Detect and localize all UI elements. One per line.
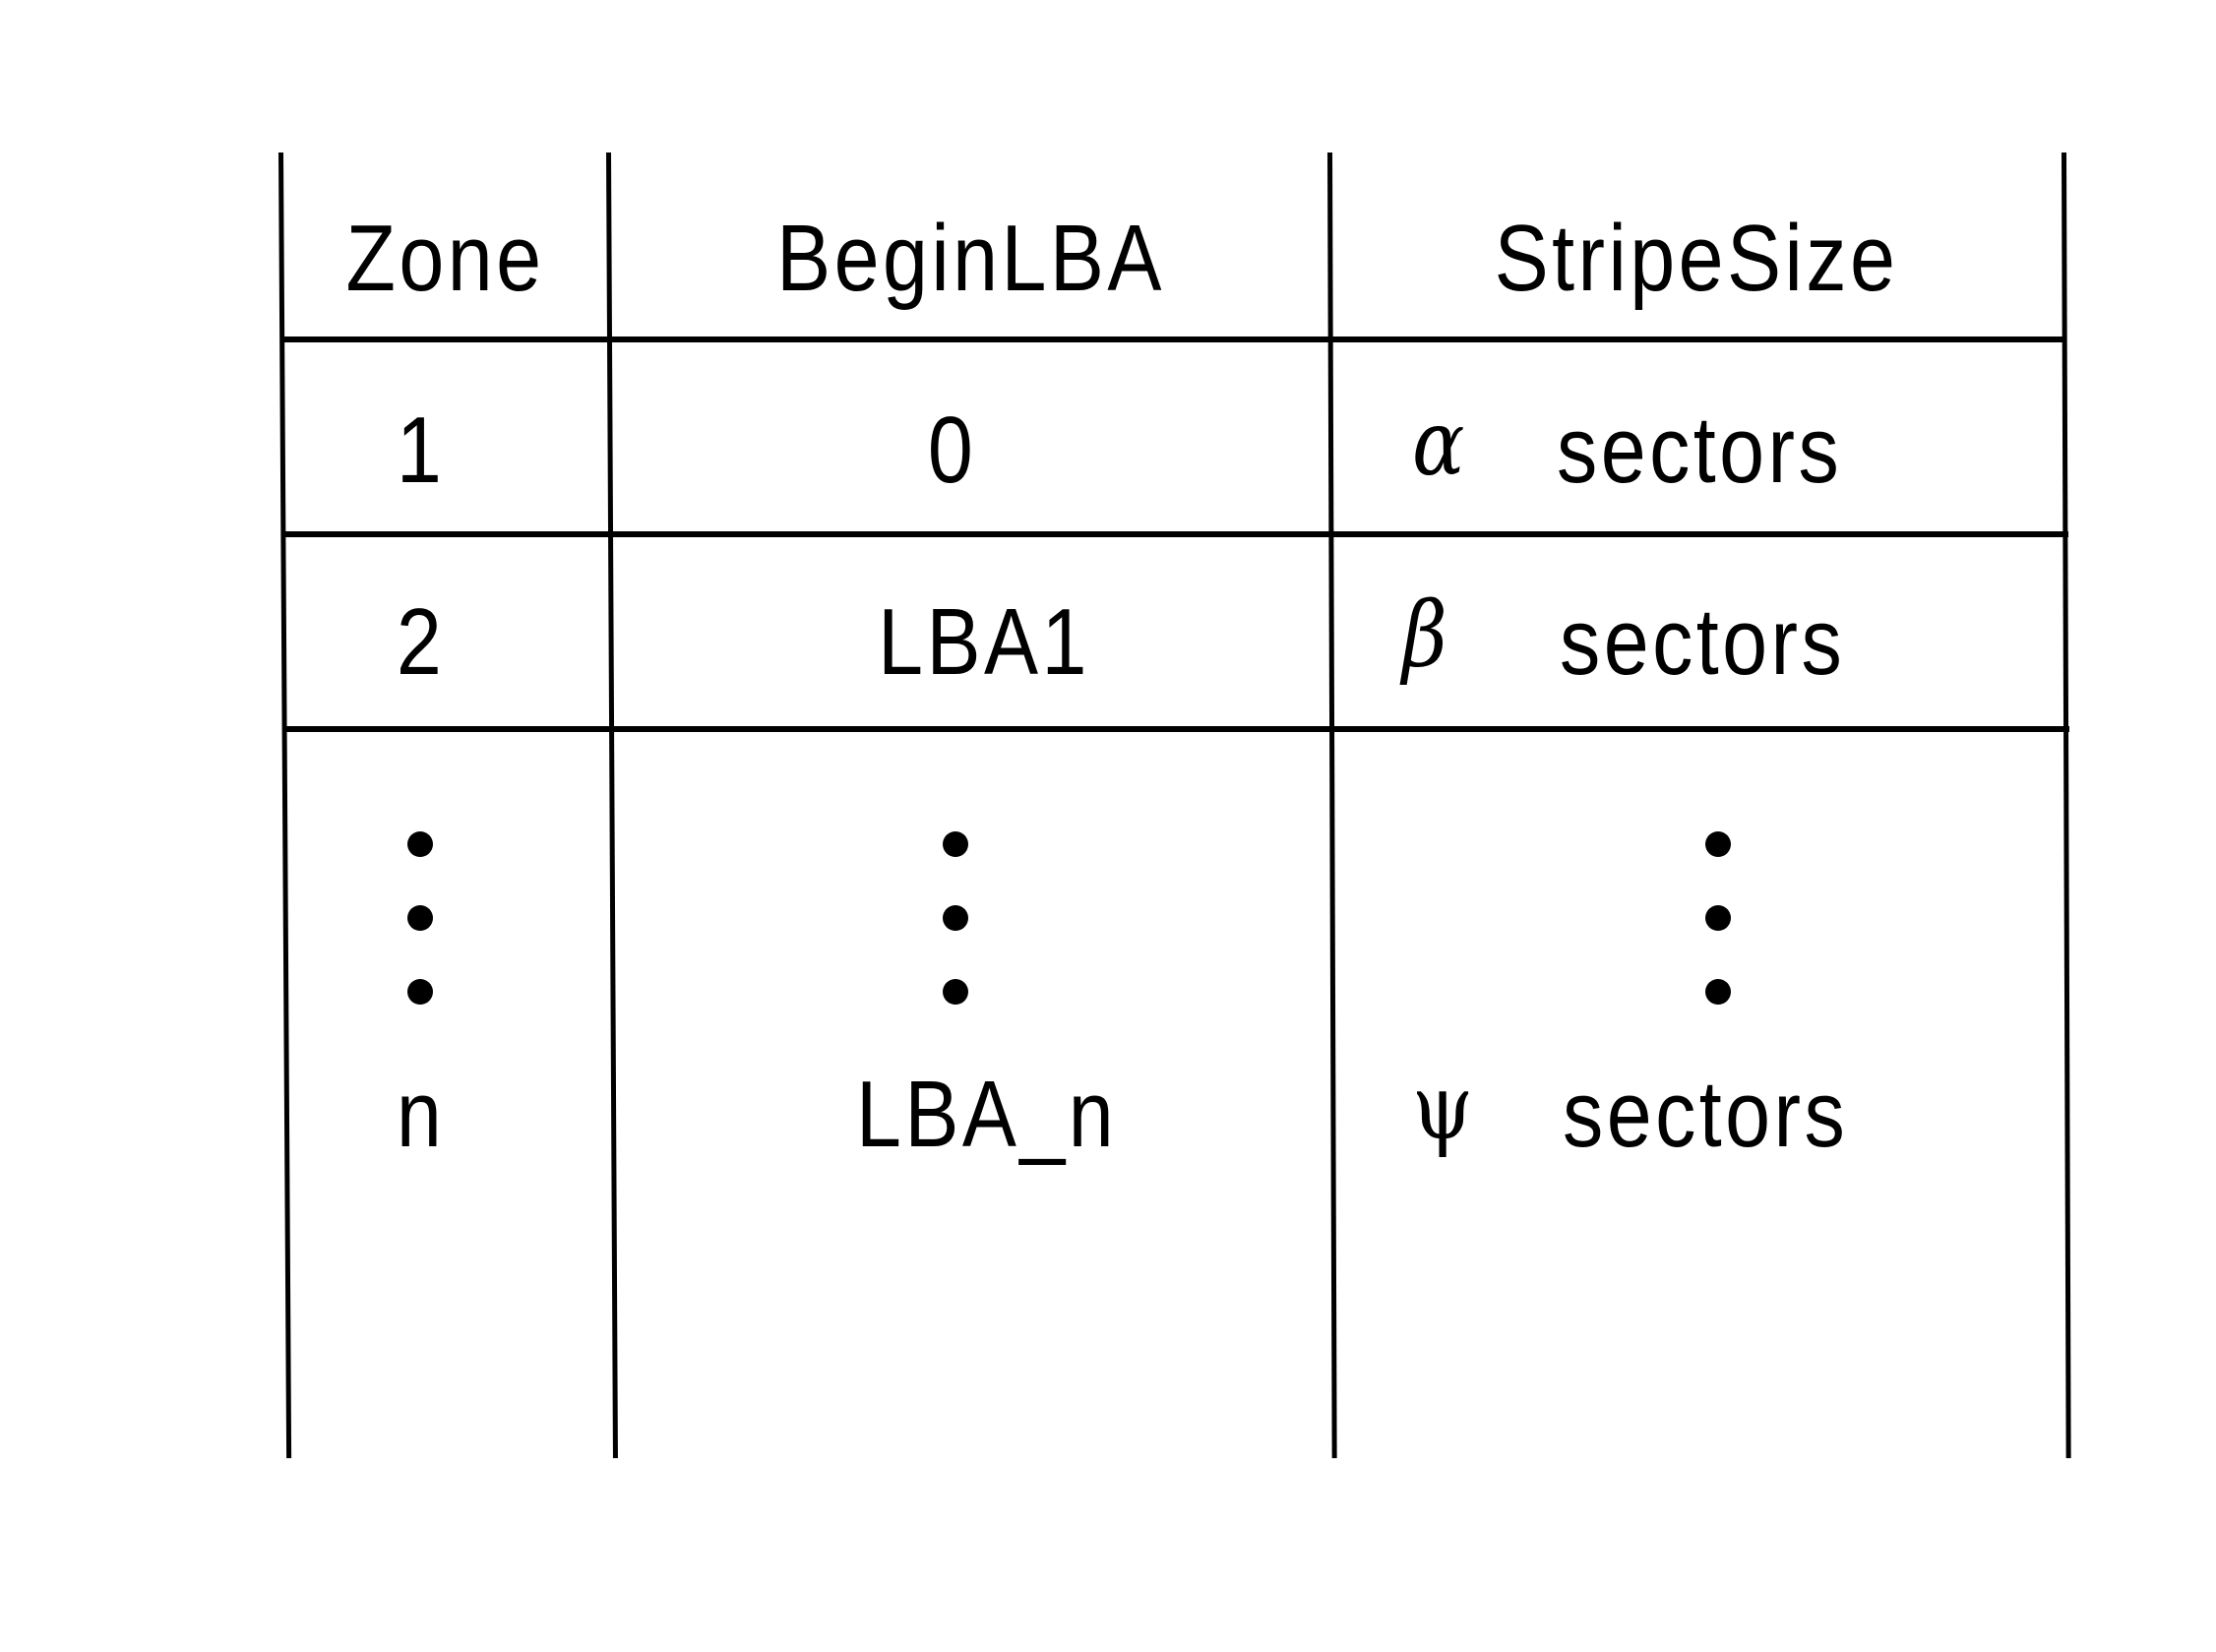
begin-lba-cell: LBA1 [878, 589, 1090, 695]
zone-cell: 2 [396, 589, 446, 695]
row-separator-1 [281, 531, 2068, 537]
column-divider-beginlba [1327, 152, 1337, 1458]
alpha-symbol: α [1412, 391, 1468, 496]
psi-symbol: ψ [1412, 1055, 1477, 1160]
header-zone: Zone [345, 206, 545, 311]
zone-cell: n [396, 1062, 446, 1167]
zone-cell: 1 [396, 398, 446, 503]
beta-symbol: β [1402, 582, 1451, 688]
header-stripesize: StripeSize [1494, 206, 1899, 311]
header-beginlba: BeginLBA [776, 206, 1165, 311]
stripe-unit: sectors [1563, 1062, 1849, 1167]
table-border-left [278, 152, 292, 1458]
row-separator-2 [282, 726, 2069, 732]
begin-lba-cell: LBA_n [856, 1062, 1118, 1167]
header-separator [280, 337, 2066, 342]
begin-lba-cell: 0 [927, 398, 977, 503]
stripe-unit: sectors [1557, 398, 1843, 503]
column-divider-zone [606, 152, 618, 1458]
table-border-right [2062, 152, 2071, 1458]
stripe-unit: sectors [1560, 589, 1846, 695]
